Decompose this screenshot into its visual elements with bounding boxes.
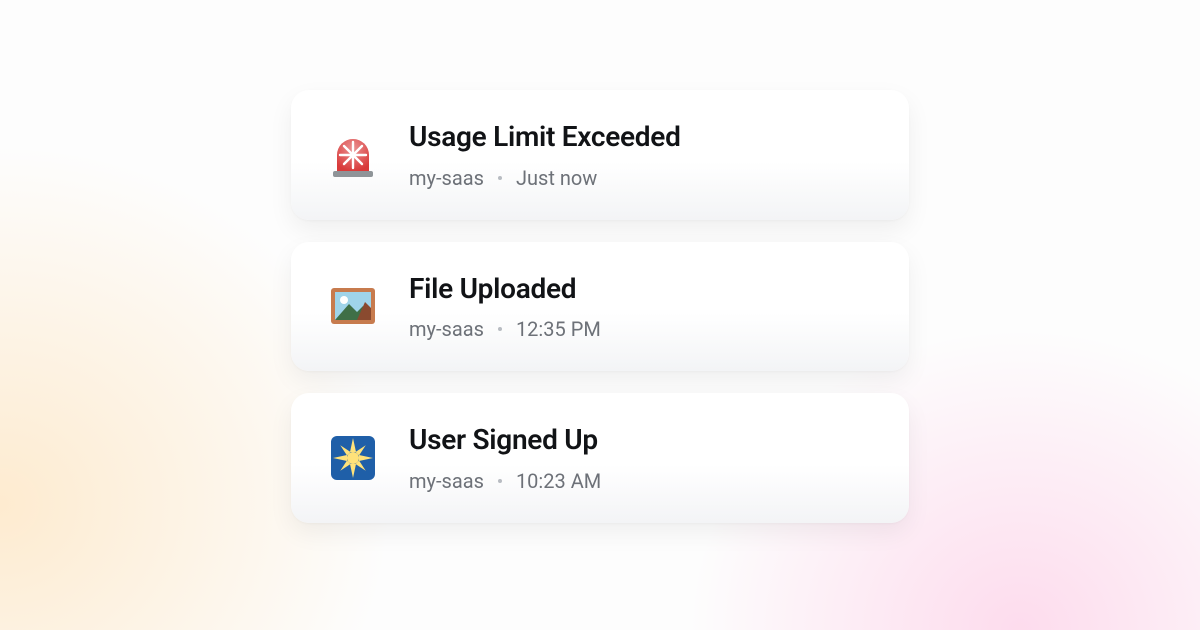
notification-title: User Signed Up (409, 423, 873, 457)
notification-title: File Uploaded (409, 272, 873, 306)
notification-source: my-saas (409, 166, 484, 190)
picture-icon (327, 280, 379, 332)
notification-meta: my-saas 10:23 AM (409, 469, 873, 493)
notification-card[interactable]: Usage Limit Exceeded my-saas Just now (291, 90, 909, 220)
meta-separator (498, 479, 502, 483)
notification-body: Usage Limit Exceeded my-saas Just now (409, 120, 873, 190)
notification-meta: my-saas 12:35 PM (409, 317, 873, 341)
siren-icon (327, 129, 379, 181)
notification-card[interactable]: User Signed Up my-saas 10:23 AM (291, 393, 909, 523)
notification-time: 10:23 AM (516, 469, 601, 493)
notification-time: Just now (516, 166, 597, 190)
notification-card[interactable]: File Uploaded my-saas 12:35 PM (291, 242, 909, 372)
notification-meta: my-saas Just now (409, 166, 873, 190)
sparkle-icon (327, 432, 379, 484)
meta-separator (498, 327, 502, 331)
notification-body: User Signed Up my-saas 10:23 AM (409, 423, 873, 493)
notification-source: my-saas (409, 317, 484, 341)
notification-time: 12:35 PM (516, 317, 601, 341)
notification-body: File Uploaded my-saas 12:35 PM (409, 272, 873, 342)
notification-feed: Usage Limit Exceeded my-saas Just now Fi… (291, 90, 909, 523)
notification-source: my-saas (409, 469, 484, 493)
meta-separator (498, 176, 502, 180)
notification-title: Usage Limit Exceeded (409, 120, 873, 154)
